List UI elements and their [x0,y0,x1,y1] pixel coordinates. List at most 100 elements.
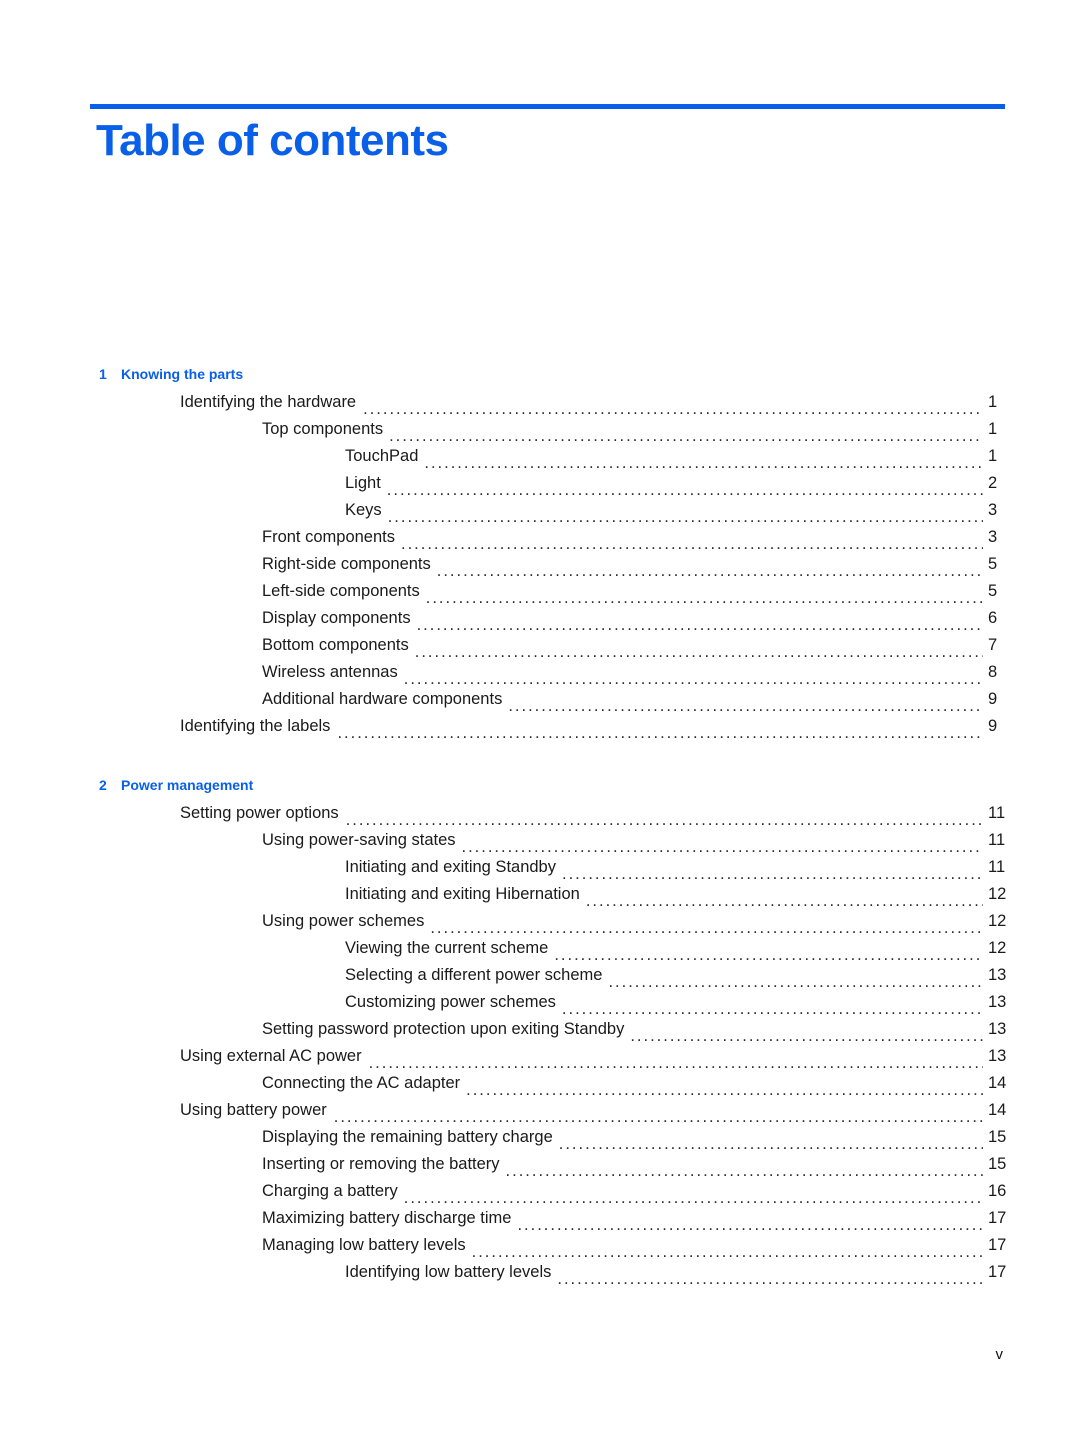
toc-entry[interactable]: Wireless antennas 8 [0,659,1080,686]
toc-entry-page-number: 8 [988,663,998,681]
toc-entry[interactable]: Right-side components 5 [0,551,1080,578]
toc-entry-label: Maximizing battery discharge time [262,1209,512,1227]
toc-entry-page-number: 13 [988,993,1007,1011]
dot-leader [417,614,983,632]
dot-leader [508,695,983,713]
toc-entry-label: Light [345,474,381,492]
toc-entry[interactable]: Identifying the labels 9 [0,713,1080,740]
toc-entry[interactable]: Display components 6 [0,605,1080,632]
toc-entry[interactable]: Initiating and exiting Standby 11 [0,854,1080,881]
toc-entry[interactable]: Top components 1 [0,416,1080,443]
toc-entry-page-number: 14 [988,1074,1007,1092]
dot-leader [517,1214,983,1232]
toc-entry[interactable]: Setting power options 11 [0,800,1080,827]
toc-entry-label: Identifying low battery levels [345,1263,552,1281]
toc-entry-page-number: 13 [988,1020,1007,1038]
toc-entry-page-number: 17 [988,1209,1007,1227]
toc-entry[interactable]: Managing low battery levels 17 [0,1232,1080,1259]
toc-entry-page-number: 5 [988,582,998,600]
dot-leader [506,1160,983,1178]
toc-entry[interactable]: Light 2 [0,470,1080,497]
toc-entry-page-number: 15 [988,1128,1007,1146]
toc-entry-label: Identifying the hardware [180,393,357,411]
toc-page: Table of contents 1 Knowing the parts Iden… [0,0,1080,1437]
page-title: Table of contents [96,116,449,165]
dot-leader [430,917,983,935]
toc-entry-label: Customizing power schemes [345,993,556,1011]
toc-entry-page-number: 12 [988,912,1007,930]
toc-entry-label: Viewing the current scheme [345,939,549,957]
toc-entry-page-number: 1 [988,447,998,465]
toc-entry[interactable]: Displaying the remaining battery charge 1… [0,1124,1080,1151]
dot-leader [334,1106,983,1124]
page-folio: v [0,1346,1080,1363]
toc-entry[interactable]: Setting password protection upon exiting… [0,1016,1080,1043]
toc-entry[interactable]: Initiating and exiting Hibernation 12 [0,881,1080,908]
dot-leader [559,1133,983,1151]
dot-leader [437,560,983,578]
toc-entry[interactable]: Identifying low battery levels 17 [0,1259,1080,1286]
toc-entry[interactable]: TouchPad 1 [0,443,1080,470]
toc-entry[interactable]: Maximizing battery discharge time 17 [0,1205,1080,1232]
chapter-number: 1 [99,366,107,382]
toc-entry-label: Setting power options [180,804,339,822]
toc-entry[interactable]: Identifying the hardware 1 [0,389,1080,416]
toc-entry-page-number: 3 [988,528,998,546]
toc-entry-label: Connecting the AC adapter [262,1074,461,1092]
toc-entry[interactable]: Bottom components 7 [0,632,1080,659]
toc-entry[interactable]: Additional hardware components 9 [0,686,1080,713]
toc-entry-page-number: 7 [988,636,998,654]
toc-entry[interactable]: Connecting the AC adapter 14 [0,1070,1080,1097]
toc-entry-label: Additional hardware components [262,690,503,708]
dot-leader [554,944,983,962]
dot-leader [404,668,983,686]
toc-entry[interactable]: Keys 3 [0,497,1080,524]
toc-entry[interactable]: Front components 3 [0,524,1080,551]
dot-leader [426,587,983,605]
toc-entry-label: Top components [262,420,384,438]
toc-entry-page-number: 15 [988,1155,1007,1173]
dot-leader [630,1025,983,1043]
toc-entry-page-number: 11 [988,804,1006,822]
toc-entry[interactable]: Using power-saving states 11 [0,827,1080,854]
toc-entry-page-number: 9 [988,717,998,735]
toc-entry-page-number: 12 [988,939,1007,957]
dot-leader [586,890,983,908]
toc-entry-label: Displaying the remaining battery charge [262,1128,553,1146]
dot-leader [472,1241,983,1259]
toc-chapter: 2 Power management Setting power options 11… [0,773,1080,1286]
dot-leader [415,641,983,659]
toc-entry[interactable]: Customizing power schemes 13 [0,989,1080,1016]
chapter-title: Power management [121,777,254,793]
chapter-entry-list: Setting power options 11 Using power-savin… [0,800,1080,1286]
toc-entry-page-number: 1 [988,393,998,411]
dot-leader [608,971,983,989]
chapter-title: Knowing the parts [121,366,244,382]
toc-entry-page-number: 13 [988,966,1007,984]
toc-entry-label: Left-side components [262,582,420,600]
toc-entry[interactable]: Left-side components 5 [0,578,1080,605]
toc-entry[interactable]: Selecting a different power scheme 13 [0,962,1080,989]
dot-leader [462,836,983,854]
chapter-heading[interactable]: 2 Power management [0,773,1080,797]
toc-entry[interactable]: Using battery power 14 [0,1097,1080,1124]
toc-entry-label: Managing low battery levels [262,1236,466,1254]
dot-leader [424,452,983,470]
dot-leader [466,1079,983,1097]
toc-entry-label: Selecting a different power scheme [345,966,603,984]
chapter-heading[interactable]: 1 Knowing the parts [0,362,1080,386]
toc-entry[interactable]: Inserting or removing the battery 15 [0,1151,1080,1178]
toc-entry[interactable]: Using external AC power 13 [0,1043,1080,1070]
toc-entry-label: Using power-saving states [262,831,456,849]
toc-entry-label: Using battery power [180,1101,327,1119]
dot-leader [389,425,983,443]
toc-entry[interactable]: Charging a battery 16 [0,1178,1080,1205]
toc-entry[interactable]: Using power schemes 12 [0,908,1080,935]
toc-entry-page-number: 12 [988,885,1007,903]
toc-entry[interactable]: Viewing the current scheme 12 [0,935,1080,962]
chapter-entry-list: Identifying the hardware 1 Top components 1… [0,389,1080,740]
toc-entry-label: Bottom components [262,636,409,654]
toc-entry-page-number: 16 [988,1182,1007,1200]
toc-entry-page-number: 2 [988,474,998,492]
toc-entry-page-number: 14 [988,1101,1007,1119]
